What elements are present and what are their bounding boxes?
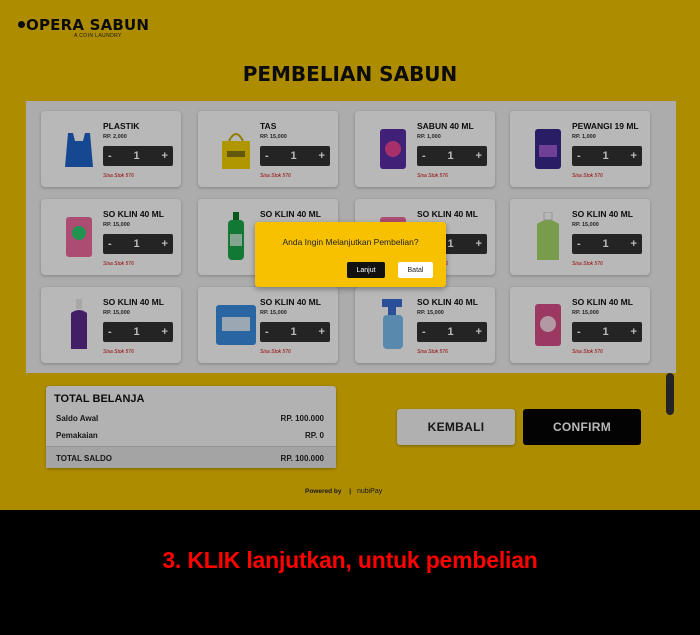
- app-screen: OPERA SABUN A COIN LAUNDRY PEMBELIAN SAB…: [0, 0, 700, 510]
- instruction-caption: 3. KLIK lanjutkan, untuk pembelian: [162, 547, 538, 573]
- confirm-dialog: Anda Ingin Melanjutkan Pembelian? Lanjut…: [255, 222, 446, 287]
- dialog-message: Anda Ingin Melanjutkan Pembelian?: [282, 237, 419, 247]
- continue-button[interactable]: Lanjut: [347, 262, 385, 278]
- cancel-button[interactable]: Batal: [398, 262, 433, 278]
